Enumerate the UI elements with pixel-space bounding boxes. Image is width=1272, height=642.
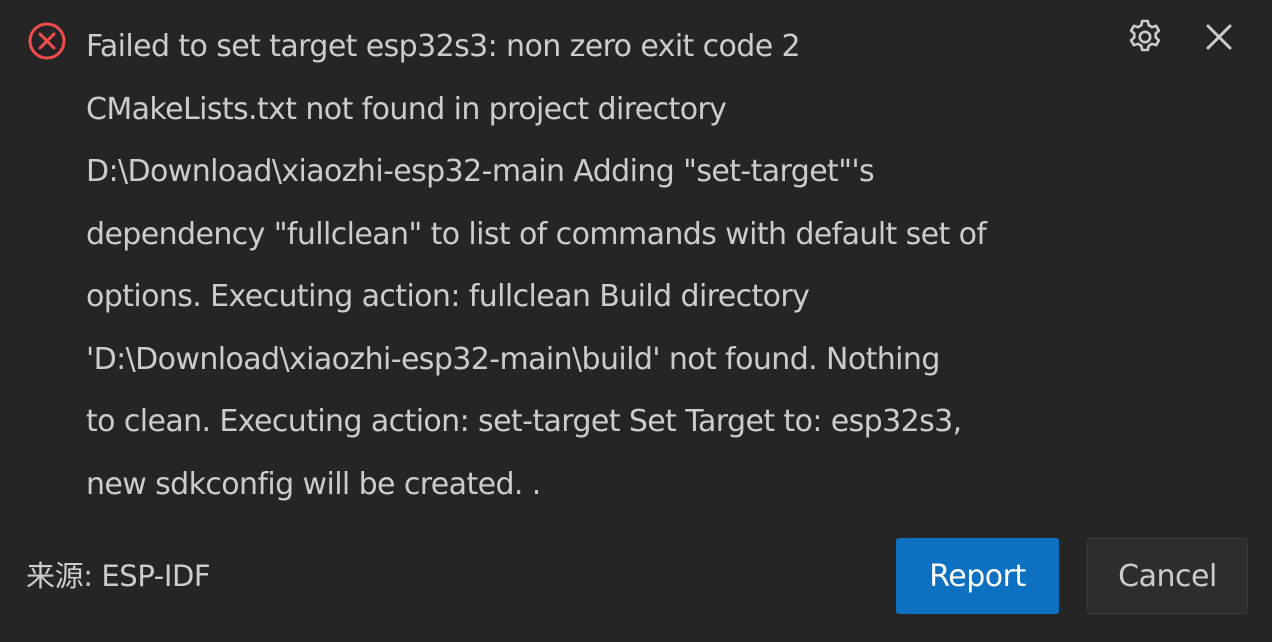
message-line: 'D:\Download\xiaozhi-esp32-main\build' n… (86, 341, 940, 377)
notification-message: Failed to set target esp32s3: non zero e… (86, 16, 1116, 516)
close-button[interactable] (1196, 16, 1242, 62)
message-line: dependency "fullclean" to list of comman… (86, 216, 987, 252)
error-icon (25, 19, 69, 63)
message-line: new sdkconfig will be created. . (86, 466, 541, 502)
settings-button[interactable] (1122, 16, 1168, 62)
message-line: CMakeLists.txt not found in project dire… (86, 91, 727, 127)
message-line: D:\Download\xiaozhi-esp32-main Adding "s… (86, 154, 875, 189)
error-notification-toast: Failed to set target esp32s3: non zero e… (0, 0, 1272, 642)
notification-source: 来源: ESP-IDF (26, 559, 211, 593)
close-icon (1203, 21, 1235, 57)
cancel-button[interactable]: Cancel (1087, 538, 1248, 614)
message-line: Failed to set target esp32s3: non zero e… (86, 29, 801, 64)
message-line: options. Executing action: fullclean Bui… (86, 279, 810, 314)
gear-icon (1125, 17, 1165, 61)
report-button[interactable]: Report (896, 538, 1059, 614)
message-line: to clean. Executing action: set-target S… (86, 404, 962, 439)
